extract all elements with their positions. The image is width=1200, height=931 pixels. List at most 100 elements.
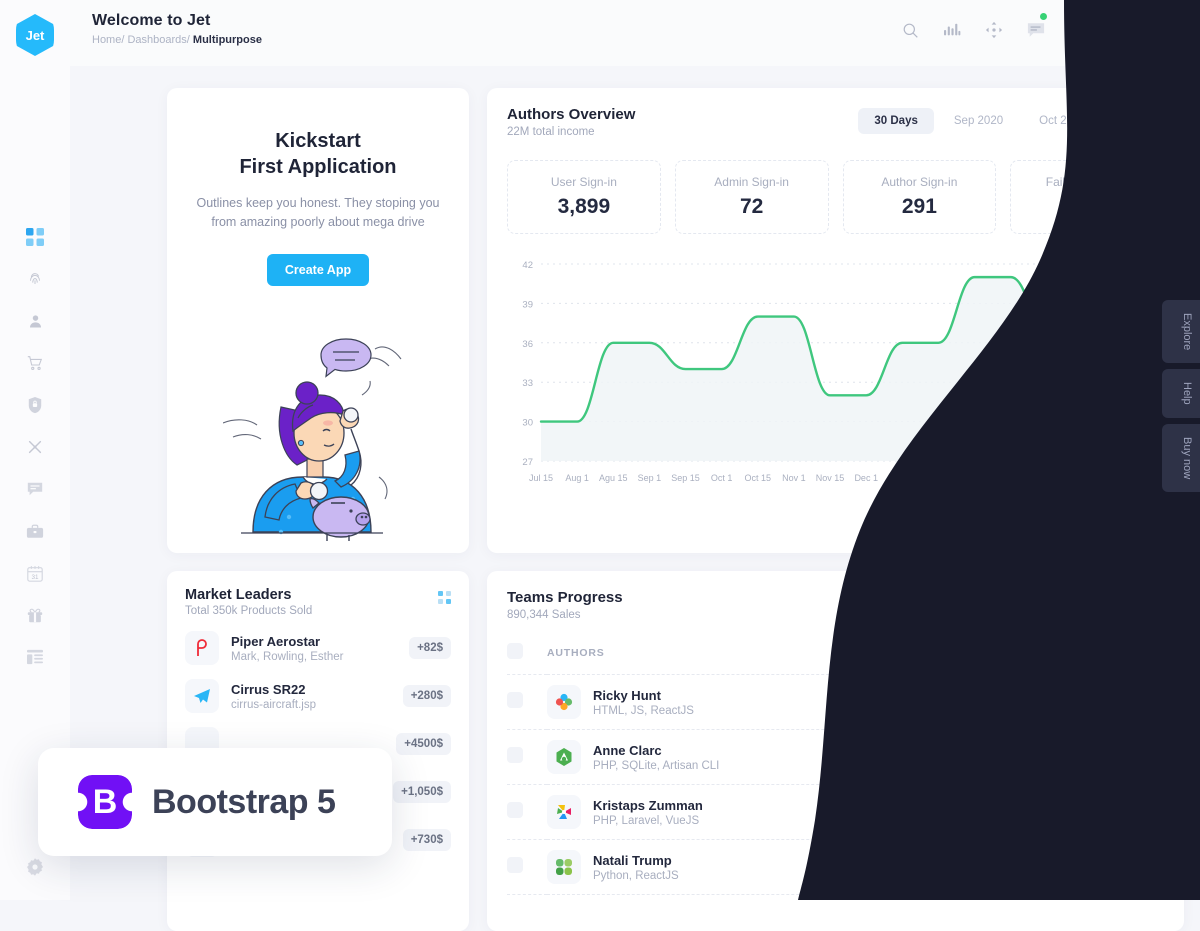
progress-bar-fill xyxy=(894,764,1003,768)
sidebar-nav: 31 xyxy=(17,226,53,668)
grid-apps-icon[interactable] xyxy=(1066,18,1090,42)
svg-text:Oct 1: Oct 1 xyxy=(711,473,733,483)
list-item[interactable]: Piper Aerostar Mark, Rowling, Esther +82… xyxy=(185,631,451,665)
stat-label: Failed Attempts xyxy=(1045,175,1129,189)
fingerprint-icon xyxy=(26,270,44,288)
teams-progress-controls: All Users xyxy=(926,589,1164,620)
author-cell: Ricky Hunt HTML, JS, ReactJS xyxy=(547,685,894,719)
user-filter-select[interactable]: All Users xyxy=(926,589,1046,620)
progress-percent: 71% xyxy=(894,856,918,868)
authors-overview-subtitle: 22M total income xyxy=(507,126,595,138)
author-name: Natali Trump xyxy=(593,852,672,868)
col-progress: PROGRESS xyxy=(894,643,1074,675)
author-text: Anne Clarc PHP, SQLite, Artisan CLI xyxy=(593,743,719,772)
teams-progress-header: Teams Progress 890,344 Sales All Users xyxy=(507,589,1164,621)
chat-icon[interactable] xyxy=(1024,13,1048,42)
sidebar-item-jobs[interactable] xyxy=(17,520,53,542)
list-item-amount: +280$ xyxy=(402,685,451,707)
authors-overview-titles: Authors Overview 22M total income xyxy=(507,106,635,138)
list-item-name: Piper Aerostar xyxy=(231,633,321,649)
kickstart-title-line1: Kickstart xyxy=(275,130,361,152)
table-header-row: AUTHORS PROGRESS ACTION xyxy=(507,643,1164,675)
view-button[interactable]: View xyxy=(1110,689,1164,715)
search-icon xyxy=(1068,597,1080,612)
create-app-button[interactable]: Create App xyxy=(266,253,370,286)
bootstrap-badge: B Bootstrap 5 xyxy=(38,748,392,856)
stat-value: 3,899 xyxy=(557,195,611,218)
breadcrumb-dashboards[interactable]: Dashboards/ xyxy=(127,34,189,46)
gift-icon xyxy=(26,606,44,624)
breadcrumb-home[interactable]: Home/ xyxy=(92,34,124,46)
bootstrap-logo-letter: B xyxy=(92,782,118,821)
row-checkbox[interactable] xyxy=(507,856,523,873)
row-checkbox[interactable] xyxy=(507,801,523,818)
search-icon[interactable] xyxy=(898,18,922,42)
svg-text:Sep 1: Sep 1 xyxy=(638,473,662,483)
side-tab-buy-now[interactable]: Buy now xyxy=(1162,423,1200,493)
side-tab-explore[interactable]: Explore xyxy=(1162,300,1200,364)
svg-text:Jul 15: Jul 15 xyxy=(529,473,553,483)
market-leaders-header: Market Leaders Total 350k Products Sold xyxy=(185,587,451,617)
teams-progress-title: Teams Progress xyxy=(507,589,623,606)
sidebar-item-messages[interactable] xyxy=(17,478,53,500)
svg-text:Mar 1: Mar 1 xyxy=(1071,473,1087,483)
analytics-icon[interactable] xyxy=(940,18,964,42)
tab-sep-2020[interactable]: Sep 2020 xyxy=(938,108,1019,134)
author-skills: HTML, JS, ReactJS xyxy=(593,704,694,717)
table-row: Natali Trump Python, ReactJS 71% View xyxy=(507,839,1164,895)
table-row: Kristaps Zumman PHP, Laravel, VueJS 47% xyxy=(507,784,1164,840)
sidebar-item-ecommerce[interactable] xyxy=(17,352,53,374)
svg-text:Dec 1: Dec 1 xyxy=(854,473,878,483)
teams-search-box[interactable] xyxy=(1056,589,1164,620)
sidebar-item-layouts[interactable] xyxy=(17,646,53,668)
list-item[interactable]: Cirrus SR22 cirrus-aircraft.jsp +280$ xyxy=(185,679,451,713)
authors-area-chart: 27 30 33 36 39 42 Jul 15 Aug 1 Agu 15 Sep 1 Sep 15… xyxy=(507,256,1164,491)
sidebar-item-gifts[interactable] xyxy=(17,604,53,626)
view-button[interactable]: View xyxy=(1110,799,1164,825)
progress-bar xyxy=(894,709,1022,713)
svg-text:33: 33 xyxy=(522,378,533,389)
table-row: Ricky Hunt HTML, JS, ReactJS 65% View xyxy=(507,674,1164,730)
user-icon xyxy=(27,313,44,330)
view-button[interactable]: View xyxy=(1110,854,1164,880)
stat-user-signin: User Sign-in 3,899 xyxy=(507,160,661,234)
author-cell: Natali Trump Python, ReactJS xyxy=(547,850,894,884)
move-icon[interactable] xyxy=(982,18,1006,42)
tab-30-days[interactable]: 30 Days xyxy=(858,108,934,134)
sidebar-item-dashboard[interactable] xyxy=(17,226,53,248)
row-checkbox[interactable] xyxy=(507,746,523,763)
view-button[interactable]: View xyxy=(1110,744,1164,770)
side-tab-help[interactable]: Help xyxy=(1162,369,1200,418)
col-authors: AUTHORS xyxy=(547,643,894,675)
search-input[interactable] xyxy=(1088,597,1152,612)
app-logo[interactable]: Jet xyxy=(16,14,54,56)
teams-progress-titles: Teams Progress 890,344 Sales xyxy=(507,589,623,621)
svg-text:Aug 1: Aug 1 xyxy=(565,473,589,483)
teams-table-body: Ricky Hunt HTML, JS, ReactJS 65% View An… xyxy=(507,674,1164,895)
dark-mode-moon-icon[interactable] xyxy=(1108,18,1132,42)
tab-more[interactable]: More xyxy=(1106,108,1164,134)
sidebar-item-security[interactable] xyxy=(17,394,53,416)
sidebar-settings[interactable] xyxy=(0,857,70,882)
author-cell: Kristaps Zumman PHP, Laravel, VueJS xyxy=(547,795,894,829)
row-checkbox[interactable] xyxy=(507,691,523,708)
select-all-checkbox[interactable] xyxy=(507,643,523,659)
authors-overview-card: Authors Overview 22M total income 30 Day… xyxy=(487,88,1184,553)
svg-text:Oct 15: Oct 15 xyxy=(745,473,772,483)
sidebar-item-tools[interactable] xyxy=(17,436,53,458)
tab-oct-2020[interactable]: Oct 2020 xyxy=(1023,108,1102,134)
comment-icon xyxy=(26,480,44,498)
progress-bar-fill xyxy=(894,819,955,823)
chevron-down-icon xyxy=(1023,598,1034,612)
sidebar-item-fingerprint[interactable] xyxy=(17,268,53,290)
sidebar-item-users[interactable] xyxy=(17,310,53,332)
dots-grid-icon[interactable] xyxy=(438,591,451,604)
svg-text:Agu 15: Agu 15 xyxy=(599,473,628,483)
row-author-cell: Kristaps Zumman PHP, Laravel, VueJS xyxy=(547,784,894,840)
bootstrap-logo-icon: B xyxy=(78,775,132,829)
briefcase-icon xyxy=(26,523,44,540)
sidebar-item-calendar[interactable]: 31 xyxy=(17,562,53,584)
row-progress-cell: 85% xyxy=(894,729,1074,785)
avatar[interactable] xyxy=(1150,14,1182,46)
stat-label: Admin Sign-in xyxy=(714,175,789,189)
